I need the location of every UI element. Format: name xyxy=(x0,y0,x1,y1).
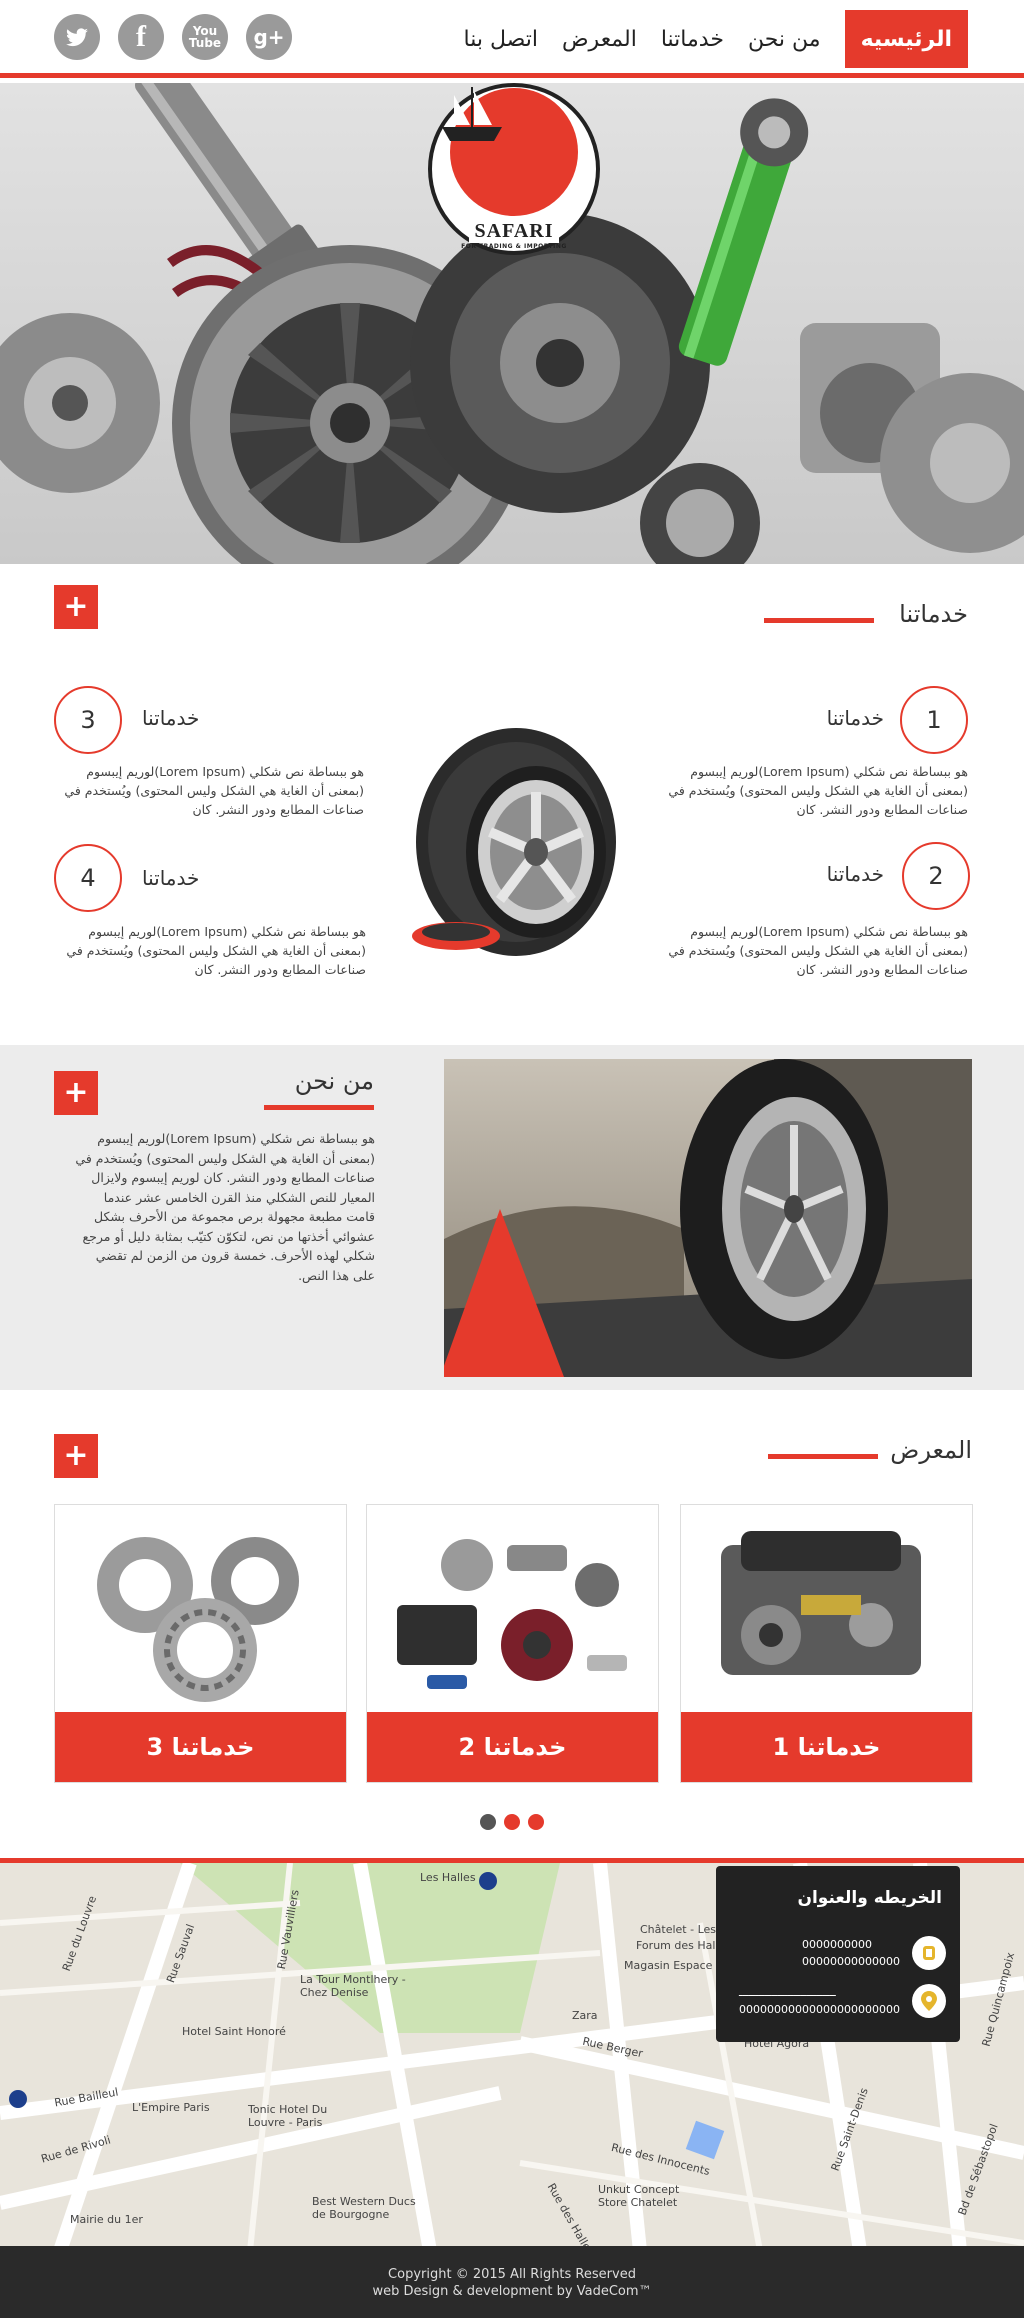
gallery-title: المعرض xyxy=(890,1436,972,1464)
engine-image xyxy=(681,1505,972,1712)
map-label: Les Halles xyxy=(420,1871,476,1884)
gallery-plus-button[interactable]: + xyxy=(54,1434,98,1478)
location-pin-icon xyxy=(912,1984,946,2018)
services-title: خدماتنا xyxy=(899,600,968,628)
gallery-pagination xyxy=(480,1814,544,1830)
parts-collection-image xyxy=(367,1505,658,1712)
pagination-dot-1[interactable] xyxy=(480,1814,496,1830)
map-label: Magasin Espace S xyxy=(624,1959,723,1972)
map-label: Mairie du 1er xyxy=(70,2213,143,2226)
tire-wheel-image xyxy=(412,728,616,956)
phone-icon xyxy=(912,1936,946,1970)
contact-phone: 0000000000 00000000000000 xyxy=(802,1936,900,1970)
contact-box: الخريطه والعنوان 0000000000 000000000000… xyxy=(716,1866,960,2042)
contact-address: ــــــــــــــــــــــــــــــ 000000000… xyxy=(739,1984,900,2018)
safari-logo[interactable]: SAFARI FOR TRADING & IMPORTING xyxy=(428,83,600,255)
service-text-1: هو ببساطة نص شكلي (Lorem Ipsum)لوريم إيب… xyxy=(668,764,968,817)
site-footer: Copyright © 2015 All Rights Reserved web… xyxy=(0,2246,1024,2318)
site-header: f You Tube g+ الرئيسيه من نحن خدماتنا ال… xyxy=(0,0,1024,78)
map-label: Unkut Concept Store Chatelet xyxy=(598,2183,680,2209)
service-title-1: خدماتنا xyxy=(826,706,884,730)
nav-gallery[interactable]: المعرض xyxy=(562,27,637,52)
gallery-card-1[interactable]: خدماتنا 1 xyxy=(680,1504,973,1783)
service-text-2: هو ببساطة نص شكلي (Lorem Ipsum)لوريم إيب… xyxy=(668,924,968,977)
nav-contact[interactable]: اتصل بنا xyxy=(464,27,538,52)
about-tire-image xyxy=(444,1059,972,1377)
nav-home[interactable]: الرئيسيه xyxy=(844,10,968,68)
copyright-text: Copyright © 2015 All Rights Reserved xyxy=(388,2267,636,2282)
about-title: من نحن xyxy=(294,1067,374,1095)
developer-credit[interactable]: web Design & development by VadeCom™ xyxy=(0,2283,1024,2300)
service-text-4: هو ببساطة نص شكلي (Lorem Ipsum)لوريم إيب… xyxy=(66,924,366,977)
hero-banner: SAFARI FOR TRADING & IMPORTING xyxy=(0,83,1024,564)
about-text: هو ببساطة نص شكلي (Lorem Ipsum)لوريم إيب… xyxy=(75,1131,375,1283)
address-line-1: ــــــــــــــــــــــــــــــ xyxy=(739,1986,836,1999)
service-title-3: خدماتنا xyxy=(142,706,200,730)
phone-line-1: 0000000000 xyxy=(802,1938,873,1951)
pagination-dot-2[interactable] xyxy=(504,1814,520,1830)
pagination-dot-3[interactable] xyxy=(528,1814,544,1830)
service-number-2: 2 xyxy=(902,842,970,910)
service-title-2: خدماتنا xyxy=(826,862,884,886)
main-nav: الرئيسيه من نحن خدماتنا المعرض اتصل بنا xyxy=(464,10,968,68)
map-label: Best Western Ducs de Bourgogne xyxy=(312,2195,416,2221)
gallery-card-3-label: خدماتنا 3 xyxy=(55,1712,346,1782)
map-label: Zara xyxy=(572,2009,598,2022)
logo-subtitle: FOR TRADING & IMPORTING xyxy=(461,243,567,250)
map-label: Tonic Hotel Du Louvre - Paris xyxy=(248,2103,328,2129)
ship-emblem xyxy=(442,87,578,216)
gallery-card-2-label: خدماتنا 2 xyxy=(367,1712,658,1782)
ship-icon xyxy=(442,87,502,141)
service-text-3: هو ببساطة نص شكلي (Lorem Ipsum)لوريم إيب… xyxy=(64,764,364,817)
phone-line-2: 00000000000000 xyxy=(802,1955,900,1968)
gallery-title-underline xyxy=(768,1454,878,1459)
bearings-image xyxy=(55,1505,346,1712)
gallery-card-3[interactable]: خدماتنا 3 xyxy=(54,1504,347,1783)
services-plus-button[interactable]: + xyxy=(54,585,98,629)
service-number-4: 4 xyxy=(54,844,122,912)
contact-address-row: ــــــــــــــــــــــــــــــ 000000000… xyxy=(739,1984,946,2018)
facebook-icon[interactable]: f xyxy=(118,14,164,60)
services-title-underline xyxy=(764,618,874,623)
about-section: + من نحن هو ببساطة نص شكلي (Lorem Ipsum)… xyxy=(0,1045,1024,1390)
map-label: La Tour Montlhery - Chez Denise xyxy=(300,1973,406,1999)
twitter-icon[interactable] xyxy=(54,14,100,60)
about-plus-button[interactable]: + xyxy=(54,1071,98,1115)
gallery-card-2[interactable]: خدماتنا 2 xyxy=(366,1504,659,1783)
social-links: f You Tube g+ xyxy=(54,14,292,60)
service-number-3: 3 xyxy=(54,686,122,754)
gallery-card-1-label: خدماتنا 1 xyxy=(681,1712,972,1782)
google-plus-icon[interactable]: g+ xyxy=(246,14,292,60)
contact-phone-row: 0000000000 00000000000000 xyxy=(802,1936,946,1970)
address-line-2: 00000000000000000000000 xyxy=(739,2003,900,2016)
contact-title: الخريطه والعنوان xyxy=(797,1888,942,1908)
map-label: L'Empire Paris xyxy=(132,2101,210,2114)
nav-services[interactable]: خدماتنا xyxy=(661,27,724,52)
nav-about[interactable]: من نحن xyxy=(748,27,821,52)
map-label: Hotel Saint Honoré xyxy=(182,2025,286,2038)
youtube-icon[interactable]: You Tube xyxy=(182,14,228,60)
logo-text: SAFARI xyxy=(468,220,560,243)
service-number-1: 1 xyxy=(900,686,968,754)
about-title-underline xyxy=(264,1105,374,1110)
service-title-4: خدماتنا xyxy=(142,866,200,890)
